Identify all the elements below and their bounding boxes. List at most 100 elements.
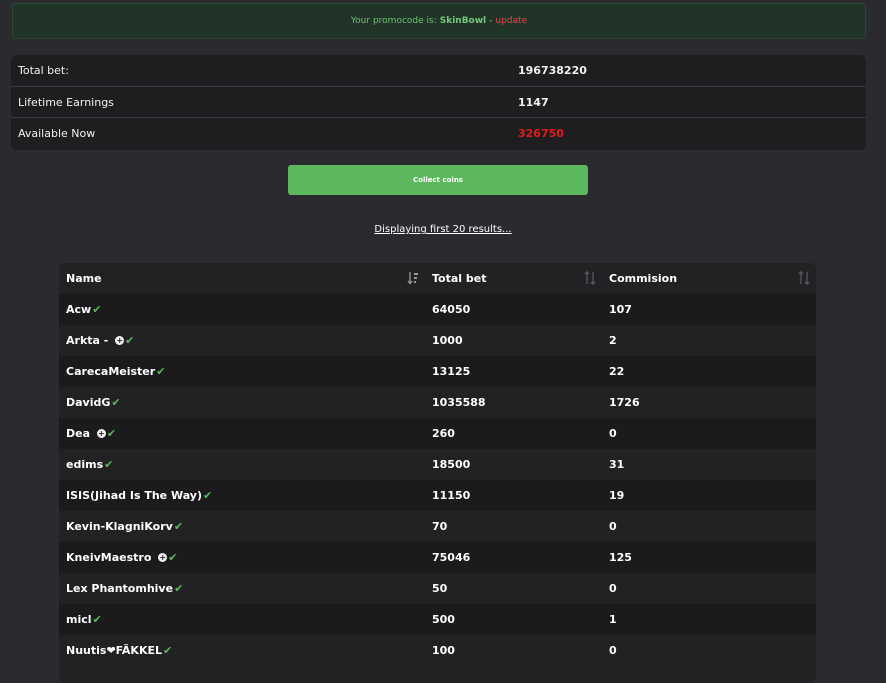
stat-row-available-now: Available Now 326750 — [11, 117, 866, 148]
stat-value: 1147 — [518, 95, 549, 109]
player-name: Arkta - — [66, 334, 113, 347]
cell-commission: 0 — [609, 520, 617, 533]
table-body: Acw ✔ 64050 107 Arkta - + ✔ 1000 2 CarecaMeister… — [59, 294, 816, 666]
column-header-label: Name — [66, 272, 102, 285]
verified-check-icon: ✔ — [203, 489, 213, 502]
verified-check-icon: ✔ — [168, 551, 178, 564]
verified-check-icon: ✔ — [174, 582, 184, 595]
cell-total-bet: 50 — [432, 582, 448, 595]
verified-check-icon: ✔ — [156, 365, 166, 378]
cell-name: Dea + ✔ — [59, 427, 425, 440]
verified-check-icon: ✔ — [92, 303, 102, 316]
displaying-results-link[interactable]: Displaying first 20 results... — [0, 224, 886, 235]
plus-badge-icon: + — [96, 428, 106, 438]
stat-row-lifetime-earnings: Lifetime Earnings 1147 — [11, 86, 866, 117]
cell-total-bet: 75046 — [432, 551, 471, 564]
promocode-separator: - — [489, 16, 493, 26]
cell-total-bet: 11150 — [432, 489, 471, 502]
table-row: Lex Phantomhive ✔ 50 0 — [59, 573, 816, 604]
table-row: Nuutis❤FÄKKEL ✔ 100 0 — [59, 635, 816, 666]
player-name: ISIS(Jihad Is The Way) — [66, 489, 202, 502]
cell-commission: 0 — [609, 427, 617, 440]
cell-commission: 2 — [609, 334, 617, 347]
cell-commission: 125 — [609, 551, 632, 564]
stat-label: Lifetime Earnings — [18, 95, 114, 109]
verified-check-icon: ✔ — [163, 644, 173, 657]
stat-label: Available Now — [18, 126, 96, 140]
cell-total-bet: 260 — [432, 427, 455, 440]
column-header-total-bet[interactable]: Total bet — [425, 263, 602, 294]
cell-commission: 31 — [609, 458, 625, 471]
verified-check-icon: ✔ — [104, 458, 114, 471]
verified-check-icon: ✔ — [106, 427, 117, 440]
table-row: Dea + ✔ 260 0 — [59, 418, 816, 449]
column-header-label: Total bet — [432, 272, 487, 285]
cell-name: Nuutis❤FÄKKEL ✔ — [59, 644, 425, 657]
cell-commission: 0 — [609, 644, 617, 657]
stat-value: 196738220 — [518, 64, 587, 77]
plus-badge-icon: + — [158, 552, 168, 562]
cell-name: CarecaMeister ✔ — [59, 365, 425, 378]
player-name: edims — [66, 458, 104, 471]
cell-total-bet: 70 — [432, 520, 448, 533]
column-header-label: Commision — [609, 272, 678, 285]
verified-check-icon: ✔ — [125, 334, 135, 347]
cell-name: edims ✔ — [59, 458, 425, 471]
cell-name: Acw ✔ — [59, 303, 425, 316]
verified-check-icon: ✔ — [173, 520, 184, 533]
cell-commission: 19 — [609, 489, 625, 502]
table-row: Arkta - + ✔ 1000 2 — [59, 325, 816, 356]
table-row: micl ✔ 500 1 — [59, 604, 816, 635]
column-header-commission[interactable]: Commision — [602, 263, 816, 294]
cell-total-bet: 500 — [432, 613, 455, 626]
table-row: CarecaMeister ✔ 13125 22 — [59, 356, 816, 387]
stat-value-available: 326750 — [518, 126, 564, 140]
referrals-table: Name Total bet Commision Acw ✔ 64050 107 Ark… — [59, 263, 816, 683]
cell-total-bet: 1035588 — [432, 396, 486, 409]
player-name: Dea — [66, 427, 94, 440]
cell-total-bet: 100 — [432, 644, 455, 657]
stat-row-total-bet: Total bet: 196738220 — [11, 55, 866, 86]
collect-coins-button[interactable]: Collect coins — [288, 165, 588, 195]
earnings-summary: Total bet: 196738220 Lifetime Earnings 1… — [11, 55, 866, 150]
sort-icon — [584, 271, 596, 285]
cell-commission: 22 — [609, 365, 625, 378]
cell-commission: 1726 — [609, 396, 640, 409]
verified-check-icon: ✔ — [92, 613, 102, 626]
table-row: KneivMaestro + ✔ 75046 125 — [59, 542, 816, 573]
cell-total-bet: 1000 — [432, 334, 463, 347]
cell-name: Lex Phantomhive ✔ — [59, 582, 425, 595]
cell-commission: 107 — [609, 303, 632, 316]
player-name: Lex Phantomhive — [66, 582, 174, 595]
promocode-banner: Your promocode is: SkinBowl - update — [12, 3, 866, 39]
player-name: KneivMaestro — [66, 551, 156, 564]
column-header-name[interactable]: Name — [59, 263, 425, 294]
table-row: Acw ✔ 64050 107 — [59, 294, 816, 325]
table-header: Name Total bet Commision — [59, 263, 816, 294]
sort-desc-icon — [407, 272, 418, 285]
table-row: ISIS(Jihad Is The Way) ✔ 11150 19 — [59, 480, 816, 511]
cell-total-bet: 18500 — [432, 458, 471, 471]
player-name: DavidG — [66, 396, 111, 409]
promocode-value: SkinBowl — [439, 16, 487, 26]
verified-check-icon: ✔ — [111, 396, 121, 409]
player-name: CarecaMeister — [66, 365, 156, 378]
player-name: Kevin-KlagniKorv — [66, 520, 173, 533]
plus-badge-icon: + — [115, 335, 125, 345]
table-row: DavidG ✔ 1035588 1726 — [59, 387, 816, 418]
cell-total-bet: 64050 — [432, 303, 471, 316]
cell-name: DavidG ✔ — [59, 396, 425, 409]
update-promocode-link[interactable]: update — [495, 16, 527, 26]
cell-name: Kevin-KlagniKorv ✔ — [59, 520, 425, 533]
cell-name: KneivMaestro + ✔ — [59, 551, 425, 564]
promocode-prefix: Your promocode is: — [350, 16, 437, 26]
player-name: micl — [66, 613, 92, 626]
cell-name: Arkta - + ✔ — [59, 334, 425, 347]
cell-commission: 1 — [609, 613, 617, 626]
cell-commission: 0 — [609, 582, 617, 595]
cell-name: ISIS(Jihad Is The Way) ✔ — [59, 489, 425, 502]
player-name: Acw — [66, 303, 92, 316]
sort-icon — [798, 271, 810, 285]
player-name: Nuutis❤FÄKKEL — [66, 644, 162, 657]
cell-name: micl ✔ — [59, 613, 425, 626]
